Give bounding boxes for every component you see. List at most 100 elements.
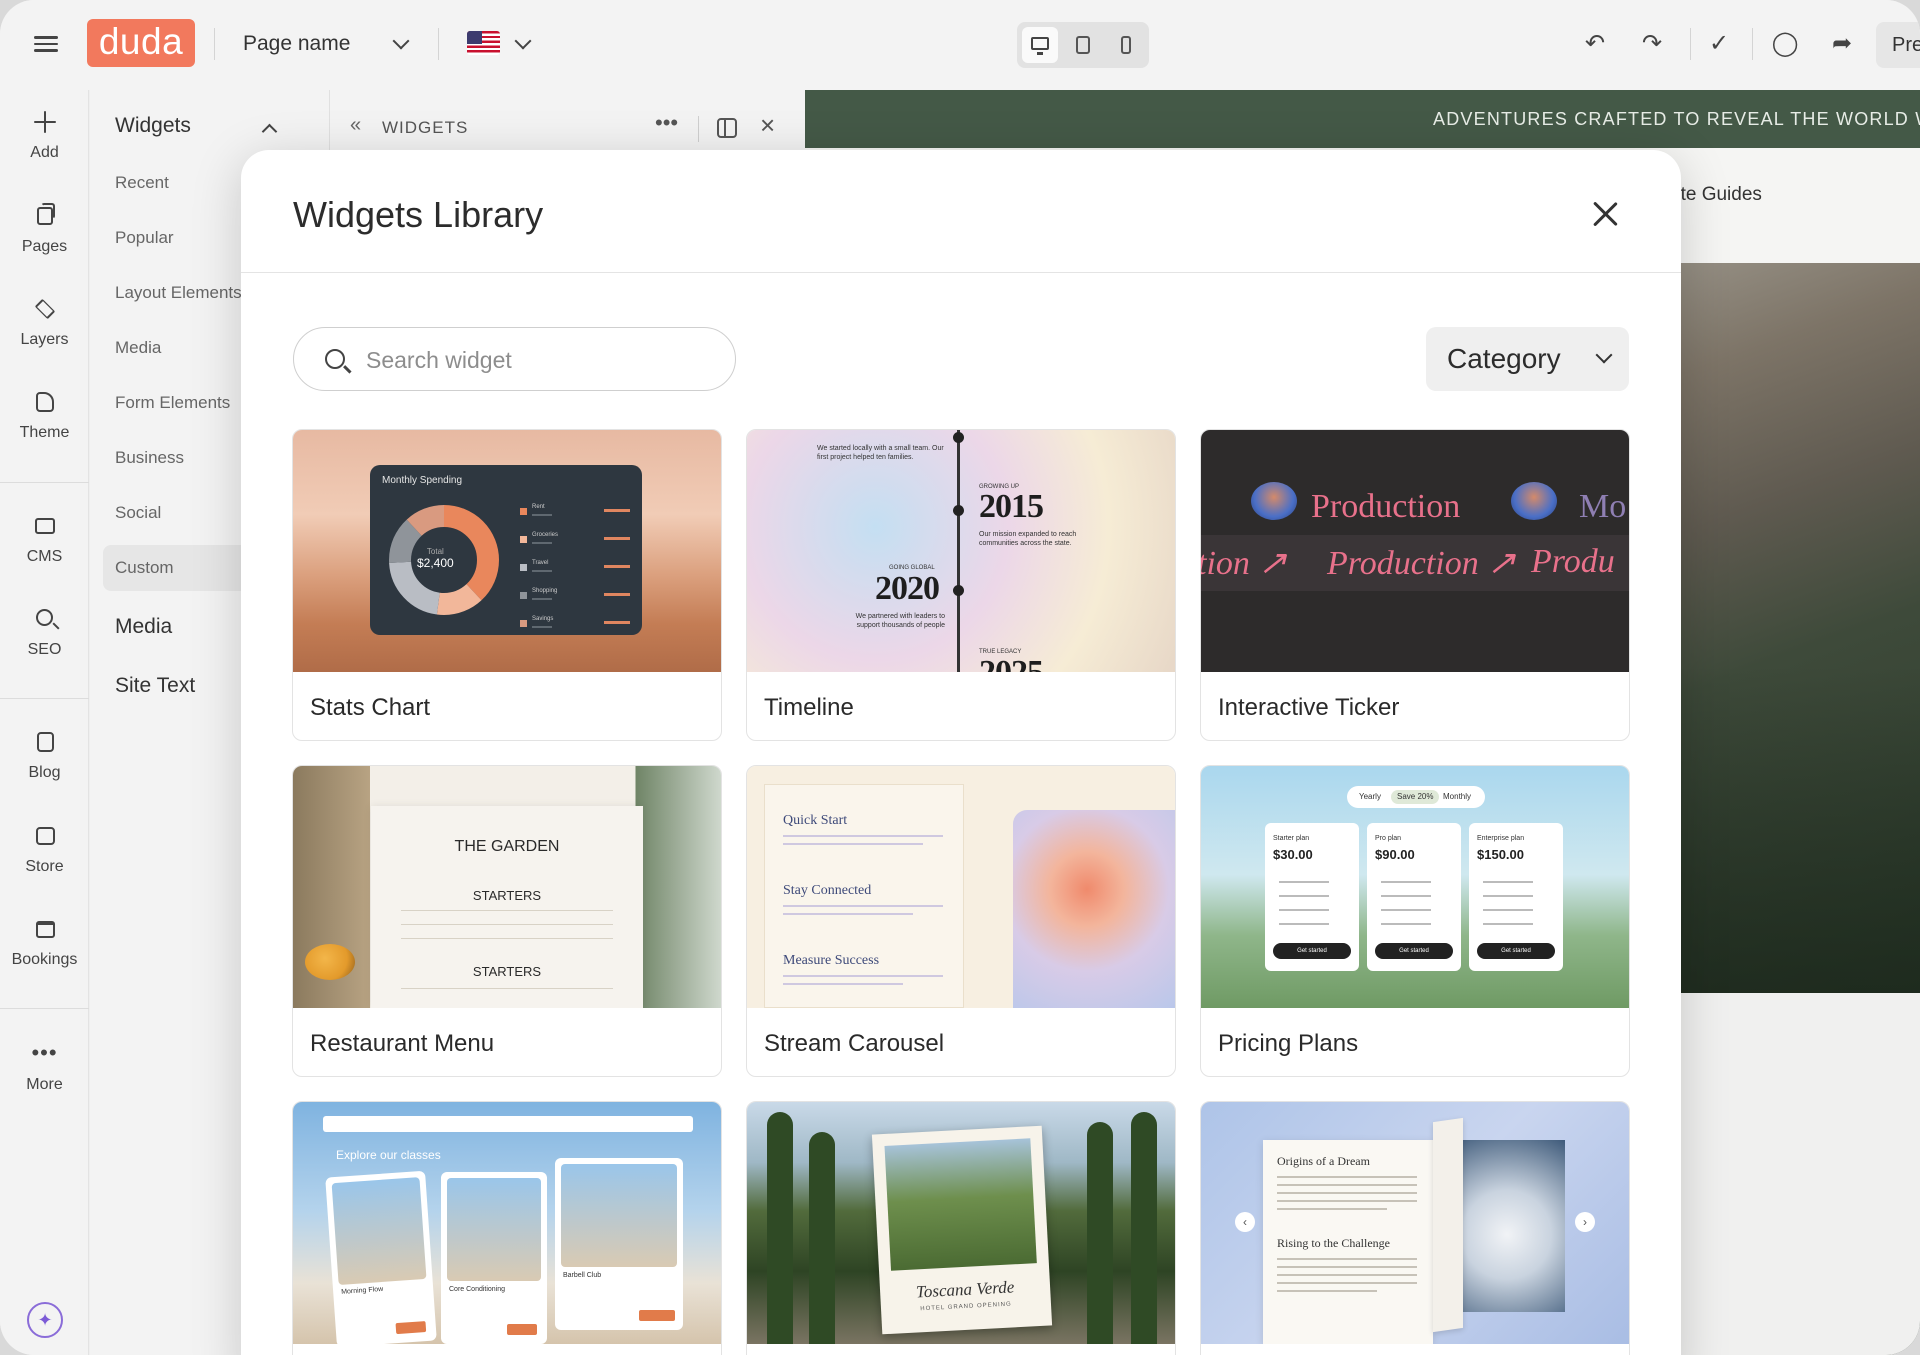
stream-item-title: Stay Connected bbox=[783, 883, 872, 898]
story-slider-thumbnail: ‹ Origins of a Dream Rising to the Chall… bbox=[1201, 1102, 1629, 1344]
checkmark-icon[interactable]: ✓ bbox=[1704, 29, 1734, 59]
widget-card-restaurant-menu[interactable]: THE GARDEN STARTERS STARTERS Restaurant … bbox=[292, 765, 722, 1077]
stream-line bbox=[783, 835, 943, 837]
chevron-up-icon[interactable] bbox=[261, 123, 278, 140]
rail-cms[interactable]: CMS bbox=[0, 512, 89, 566]
rail-bookings[interactable]: Bookings bbox=[0, 915, 89, 969]
ai-assistant-icon[interactable]: ✦ bbox=[27, 1302, 63, 1338]
plan-name: Enterprise plan bbox=[1477, 835, 1525, 842]
rail-store[interactable]: Store bbox=[0, 822, 89, 876]
section-media[interactable]: Media bbox=[115, 615, 172, 639]
rail-more[interactable]: ••• More bbox=[0, 1040, 89, 1094]
rail-pages[interactable]: Pages bbox=[0, 202, 89, 256]
category-dropdown[interactable]: Category bbox=[1426, 327, 1629, 391]
widget-card-stream-carousel[interactable]: Quick Start Stay Connected Measure Succe… bbox=[746, 765, 1176, 1077]
category-media[interactable]: Media bbox=[115, 338, 161, 358]
rail-label: SEO bbox=[27, 641, 62, 658]
category-recent[interactable]: Recent bbox=[115, 173, 169, 193]
collapse-double-chevron-icon[interactable]: « bbox=[350, 114, 361, 137]
chevron-down-icon[interactable] bbox=[392, 32, 410, 50]
rail-blog[interactable]: Blog bbox=[0, 728, 89, 782]
section-site-text[interactable]: Site Text bbox=[115, 674, 195, 698]
tablet-icon bbox=[1076, 36, 1090, 54]
category-social[interactable]: Social bbox=[115, 503, 161, 523]
store-icon bbox=[31, 822, 59, 850]
share-icon[interactable]: ➦ bbox=[1827, 29, 1857, 59]
page-name-selector[interactable]: Page name bbox=[243, 28, 350, 60]
widget-card-interactive-ticker[interactable]: Production Mo tion ↗ Production ↗ Produ … bbox=[1200, 429, 1630, 741]
class-name: Core Conditioning bbox=[449, 1286, 506, 1293]
device-switcher bbox=[1017, 22, 1149, 68]
widget-card-stats-chart[interactable]: Monthly Spending Total $2,400 Rent Groce… bbox=[292, 429, 722, 741]
widget-card-timeline[interactable]: We started locally with a small team. Ou… bbox=[746, 429, 1176, 741]
plan-card: Starter plan $30.00 Get started bbox=[1265, 823, 1359, 971]
more-options-icon[interactable]: ••• bbox=[655, 110, 678, 136]
menu-rule bbox=[401, 988, 613, 989]
widget-card-story-slider[interactable]: ‹ Origins of a Dream Rising to the Chall… bbox=[1200, 1101, 1630, 1355]
desktop-view-button[interactable] bbox=[1022, 27, 1058, 63]
billing-toggle: Yearly Save 20% Monthly bbox=[1347, 786, 1485, 808]
desktop-icon bbox=[1031, 37, 1049, 55]
card-label: Stats Chart bbox=[310, 694, 431, 721]
folder-icon bbox=[31, 512, 59, 540]
hamburger-menu-icon[interactable] bbox=[34, 32, 58, 56]
undo-icon[interactable]: ↶ bbox=[1580, 29, 1610, 59]
widget-card-classes[interactable]: Explore our classes Morning Flow Core Co… bbox=[292, 1101, 722, 1355]
rail-label: More bbox=[26, 1076, 63, 1093]
chevron-down-icon[interactable] bbox=[514, 32, 532, 50]
divider bbox=[0, 1008, 89, 1009]
category-popular[interactable]: Popular bbox=[115, 228, 174, 248]
chevron-down-icon bbox=[1595, 346, 1613, 364]
widgets-subheader-title: WIDGETS bbox=[382, 118, 469, 137]
search-input[interactable] bbox=[366, 340, 716, 380]
seo-icon bbox=[31, 605, 59, 633]
search-box[interactable] bbox=[293, 327, 736, 391]
category-form-elements[interactable]: Form Elements bbox=[115, 393, 230, 413]
filter-bar bbox=[323, 1116, 693, 1132]
divider bbox=[438, 28, 439, 60]
widget-card-photo-frame[interactable]: Toscana Verde HOTEL GRAND OPENING bbox=[746, 1101, 1176, 1355]
mobile-view-button[interactable] bbox=[1108, 27, 1144, 63]
card-label: Pricing Plans bbox=[1218, 1030, 1359, 1057]
stream-list: Quick Start Stay Connected Measure Succe… bbox=[764, 784, 964, 1008]
rail-label: Theme bbox=[19, 424, 70, 441]
rail-label: Bookings bbox=[11, 951, 78, 968]
ticker-thumbnail: Production Mo tion ↗ Production ↗ Produ bbox=[1201, 430, 1629, 672]
legend-item: Shopping bbox=[520, 588, 630, 607]
site-nav-link[interactable]: ate Guides bbox=[1670, 184, 1762, 206]
tablet-view-button[interactable] bbox=[1065, 27, 1101, 63]
site-banner: ADVENTURES CRAFTED TO REVEAL THE WORLD W… bbox=[805, 90, 1920, 148]
comment-icon[interactable]: ◯ bbox=[1770, 29, 1800, 59]
close-icon[interactable]: × bbox=[760, 110, 775, 141]
card-label: Timeline bbox=[764, 694, 854, 721]
donut-total-value: $2,400 bbox=[417, 556, 454, 570]
story-page: Origins of a Dream Rising to the Challen… bbox=[1263, 1140, 1433, 1344]
divider bbox=[1690, 28, 1691, 60]
rail-add[interactable]: Add bbox=[0, 108, 89, 162]
menu-rule bbox=[401, 938, 613, 939]
rail-label: Add bbox=[30, 144, 59, 161]
stream-line bbox=[783, 905, 943, 907]
classes-title: Explore our classes bbox=[336, 1148, 441, 1162]
divider bbox=[0, 482, 89, 483]
donut-total: Total $2,400 bbox=[417, 547, 454, 570]
rail-theme[interactable]: Theme bbox=[0, 388, 89, 442]
us-flag-icon[interactable] bbox=[467, 31, 500, 55]
ticker-word: tion ↗ bbox=[1201, 545, 1287, 582]
class-name: Morning Flow bbox=[340, 1285, 384, 1296]
redo-icon[interactable]: ↷ bbox=[1637, 29, 1667, 59]
panel-toggle-icon[interactable] bbox=[717, 118, 737, 138]
rail-seo[interactable]: SEO bbox=[0, 605, 89, 659]
widget-card-pricing-plans[interactable]: Yearly Save 20% Monthly Starter plan $30… bbox=[1200, 765, 1630, 1077]
category-business[interactable]: Business bbox=[115, 448, 184, 468]
menu-rule bbox=[401, 924, 613, 925]
preview-button[interactable]: Pre bbox=[1876, 22, 1920, 68]
close-icon[interactable] bbox=[1585, 194, 1625, 234]
category-layout-elements[interactable]: Layout Elements bbox=[115, 283, 242, 303]
card-label: Stream Carousel bbox=[764, 1030, 945, 1057]
stats-title: Monthly Spending bbox=[382, 475, 463, 486]
polaroid-photo: Toscana Verde HOTEL GRAND OPENING bbox=[871, 1125, 1053, 1335]
photo-frame-thumbnail: Toscana Verde HOTEL GRAND OPENING bbox=[747, 1102, 1175, 1344]
menu-section: STARTERS bbox=[472, 964, 542, 979]
rail-layers[interactable]: Layers bbox=[0, 295, 89, 349]
